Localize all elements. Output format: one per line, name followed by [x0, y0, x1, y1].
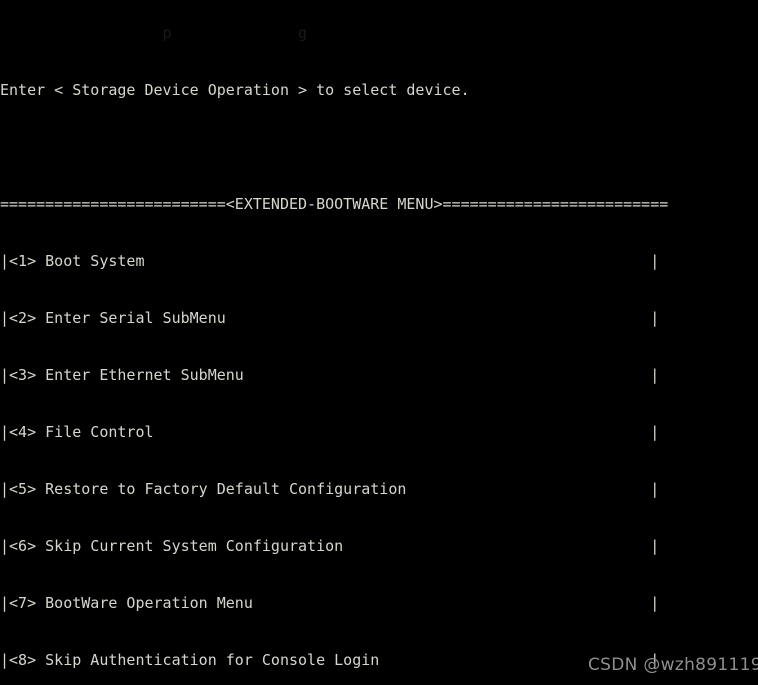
terminal-line: |<4> File Control |	[0, 423, 660, 441]
terminal-screen-buffer: p g Enter < Storage Device Operation > t…	[0, 0, 758, 685]
terminal-line: |<6> Skip Current System Configuration |	[0, 537, 660, 555]
terminal-line: |<7> BootWare Operation Menu |	[0, 594, 660, 612]
terminal-line: |<1> Boot System |	[0, 252, 660, 270]
terminal-line: Enter < Storage Device Operation > to se…	[0, 81, 470, 99]
terminal-line: =========================<EXTENDED-BOOTW…	[0, 195, 669, 213]
terminal-line: |<2> Enter Serial SubMenu |	[0, 309, 660, 327]
terminal-line: |<5> Restore to Factory Default Configur…	[0, 480, 660, 498]
terminal-window[interactable]: p g Enter < Storage Device Operation > t…	[0, 0, 758, 685]
terminal-line: |<8> Skip Authentication for Console Log…	[0, 651, 660, 669]
terminal-line: p g	[0, 24, 308, 42]
terminal-line: |<3> Enter Ethernet SubMenu |	[0, 366, 660, 384]
